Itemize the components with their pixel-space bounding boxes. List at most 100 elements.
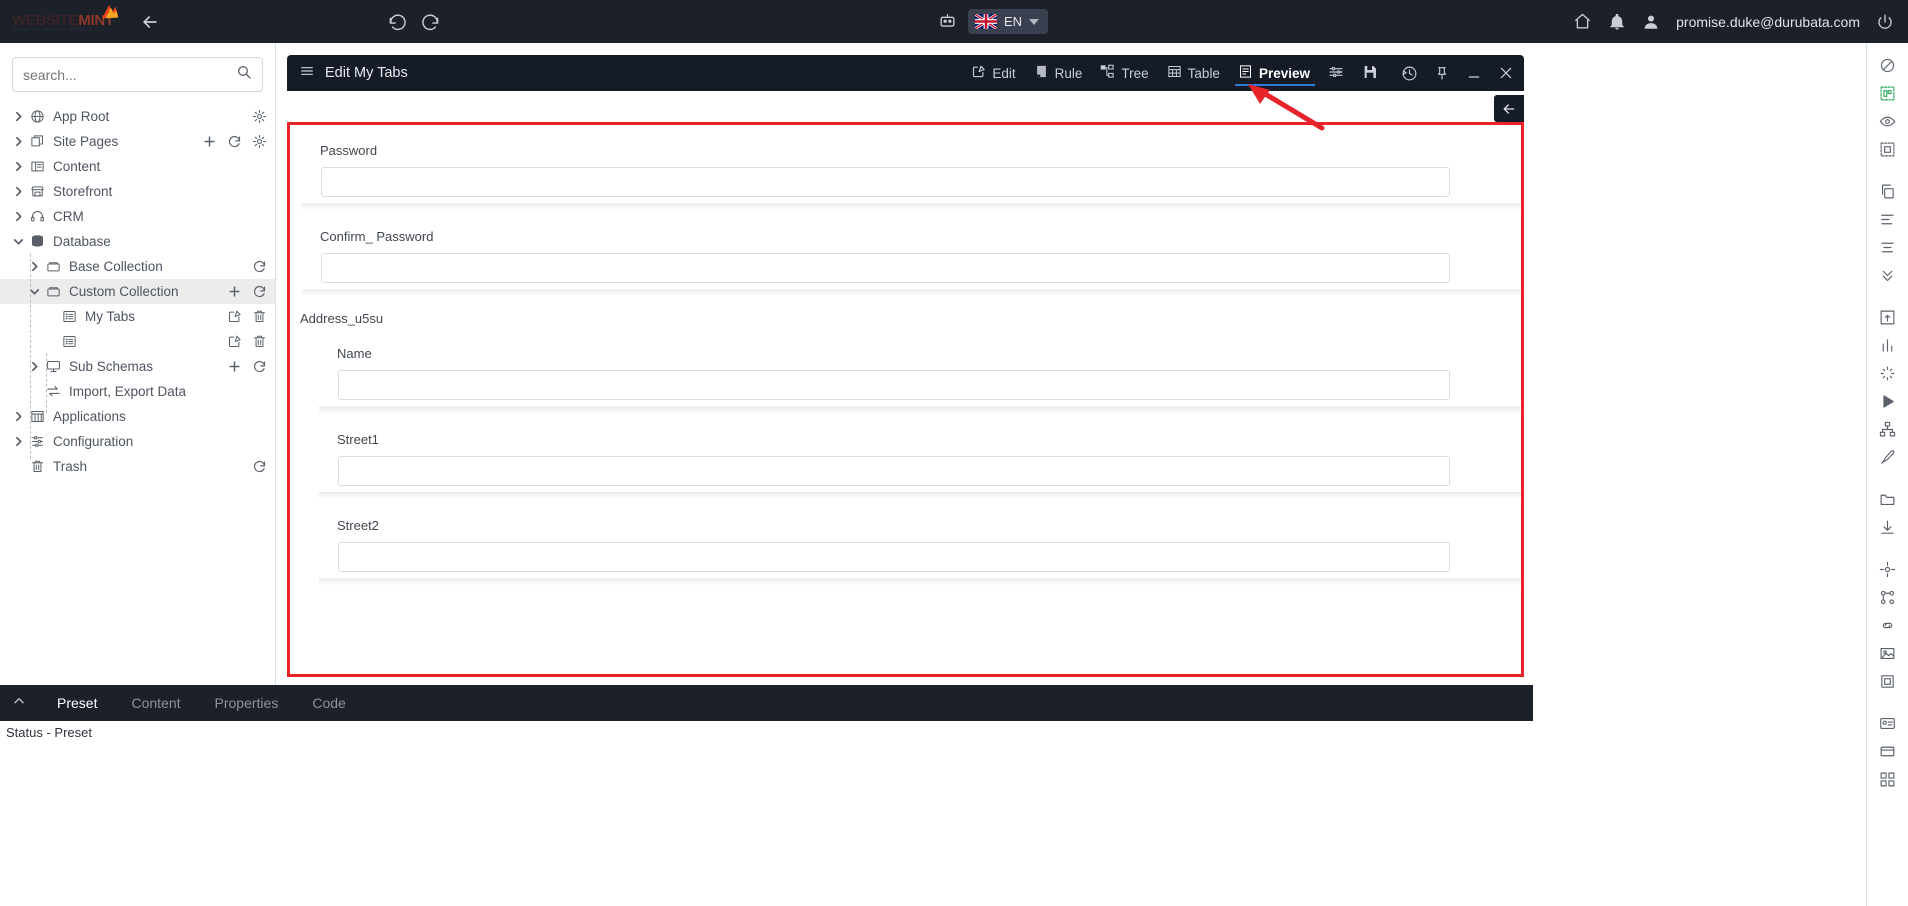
sidebar-item-site-pages[interactable]: Site Pages <box>0 129 275 154</box>
card-icon[interactable] <box>1873 737 1903 765</box>
sidebar-item-import-export-data[interactable]: Import, Export Data <box>0 379 275 404</box>
tab-tree[interactable]: Tree <box>1091 55 1157 91</box>
minimize-icon[interactable] <box>1466 65 1482 81</box>
trash-icon[interactable] <box>252 334 267 349</box>
image-icon[interactable] <box>1873 639 1903 667</box>
edit-icon[interactable] <box>227 334 242 349</box>
refresh-icon[interactable] <box>227 134 242 149</box>
export-icon[interactable] <box>1873 303 1903 331</box>
hierarchy-icon[interactable] <box>1873 415 1903 443</box>
history-icon[interactable] <box>1401 65 1418 82</box>
chevron-right-icon[interactable] <box>12 160 26 174</box>
sidebar-item-base-collection[interactable]: Base Collection <box>0 254 275 279</box>
sidebar-item-sub-schemas[interactable]: Sub Schemas <box>0 354 275 379</box>
search-icon[interactable] <box>236 64 252 85</box>
chevron-right-icon[interactable] <box>12 110 26 124</box>
edit-icon[interactable] <box>227 309 242 324</box>
sidebar-item-label: Content <box>53 159 101 174</box>
align-left-icon[interactable] <box>1873 205 1903 233</box>
language-selector[interactable]: EN <box>968 9 1049 34</box>
align-center-icon[interactable] <box>1873 233 1903 261</box>
home-icon[interactable] <box>1573 12 1592 31</box>
sidebar-item-custom-collection[interactable]: Custom Collection <box>0 279 275 304</box>
block-icon[interactable] <box>1873 51 1903 79</box>
sidebar-item-app-root[interactable]: App Root <box>0 104 275 129</box>
magic-icon[interactable] <box>1873 359 1903 387</box>
sidebar-item-crm[interactable]: CRM <box>0 204 275 229</box>
bell-icon[interactable] <box>1608 13 1626 31</box>
form-field-input[interactable] <box>338 542 1450 572</box>
nodes-icon[interactable] <box>1873 583 1903 611</box>
sidebar-item-untitled[interactable] <box>0 329 275 354</box>
chevron-right-icon[interactable] <box>12 185 26 199</box>
chevron-right-icon[interactable] <box>12 210 26 224</box>
undo-icon[interactable] <box>388 12 407 31</box>
download-icon[interactable] <box>1873 513 1903 541</box>
chart-icon[interactable] <box>1873 331 1903 359</box>
sidebar-item-configuration[interactable]: Configuration <box>0 429 275 454</box>
plus-icon[interactable] <box>227 284 242 299</box>
eye-icon[interactable] <box>1873 107 1903 135</box>
power-icon[interactable] <box>1876 13 1894 31</box>
refresh-icon[interactable] <box>252 459 267 474</box>
redo-icon[interactable] <box>421 12 440 31</box>
form-field-input[interactable] <box>321 167 1450 197</box>
folder-icon[interactable] <box>1873 485 1903 513</box>
robot-icon[interactable] <box>938 11 957 30</box>
plus-icon[interactable] <box>227 359 242 374</box>
collapse-panel-button[interactable] <box>1494 95 1524 122</box>
play-icon[interactable] <box>1873 387 1903 415</box>
chevron-up-icon[interactable] <box>12 694 26 713</box>
refresh-icon[interactable] <box>252 359 267 374</box>
box-icon <box>46 284 62 300</box>
sidebar-item-storefront[interactable]: Storefront <box>0 179 275 204</box>
bottom-tab-code[interactable]: Code <box>295 685 362 721</box>
tab-rule[interactable]: Rule <box>1025 55 1092 91</box>
bottom-tab-preset[interactable]: Preset <box>40 685 114 721</box>
copy-icon[interactable] <box>1873 177 1903 205</box>
sidebar-item-content[interactable]: Content <box>0 154 275 179</box>
sidebar-item-applications[interactable]: Applications <box>0 404 275 429</box>
chevron-down-icon[interactable] <box>12 235 26 249</box>
component-icon[interactable] <box>1873 135 1903 163</box>
back-button[interactable] <box>135 7 165 37</box>
id-card-icon[interactable] <box>1873 709 1903 737</box>
person-icon[interactable] <box>1642 13 1660 31</box>
bottom-tab-content[interactable]: Content <box>114 685 197 721</box>
pin-icon[interactable] <box>1434 65 1450 81</box>
form-field-input[interactable] <box>321 253 1450 283</box>
target-icon[interactable] <box>1873 555 1903 583</box>
trash-icon[interactable] <box>252 309 267 324</box>
user-email[interactable]: promise.duke@durubata.com <box>1676 14 1860 30</box>
gear-icon[interactable] <box>252 109 267 124</box>
plus-icon[interactable] <box>202 134 217 149</box>
grid-icon[interactable] <box>1873 765 1903 793</box>
bottom-tab-properties[interactable]: Properties <box>198 685 296 721</box>
sidebar-item-my-tabs[interactable]: My Tabs <box>0 304 275 329</box>
collapse-icon[interactable] <box>1873 261 1903 289</box>
gear-icon[interactable] <box>252 134 267 149</box>
close-icon[interactable] <box>1498 65 1514 81</box>
link-icon[interactable] <box>1873 611 1903 639</box>
search-box[interactable] <box>12 57 263 92</box>
app-logo[interactable]: WEBSITEMINT CREATE • DESIGN • MANAGE <box>8 0 123 43</box>
refresh-icon[interactable] <box>252 284 267 299</box>
tab-edit[interactable]: Edit <box>962 55 1024 91</box>
hamburger-icon[interactable] <box>299 63 315 84</box>
form-field-input[interactable] <box>338 370 1450 400</box>
sidebar-item-trash[interactable]: Trash <box>0 454 275 479</box>
search-input[interactable] <box>23 66 218 83</box>
form-field-input[interactable] <box>338 456 1450 486</box>
chevron-right-icon[interactable] <box>12 435 26 449</box>
brush-icon[interactable] <box>1873 443 1903 471</box>
chevron-right-icon[interactable] <box>12 410 26 424</box>
chevron-right-icon[interactable] <box>12 135 26 149</box>
form-field: Street2 <box>307 500 1521 586</box>
save-button[interactable] <box>1353 55 1387 91</box>
tab-table[interactable]: Table <box>1158 55 1229 91</box>
sidebar-item-database[interactable]: Database <box>0 229 275 254</box>
refresh-icon[interactable] <box>252 259 267 274</box>
select-region-icon[interactable] <box>1873 79 1903 107</box>
frame-icon[interactable] <box>1873 667 1903 695</box>
sliders-icon <box>30 434 46 450</box>
